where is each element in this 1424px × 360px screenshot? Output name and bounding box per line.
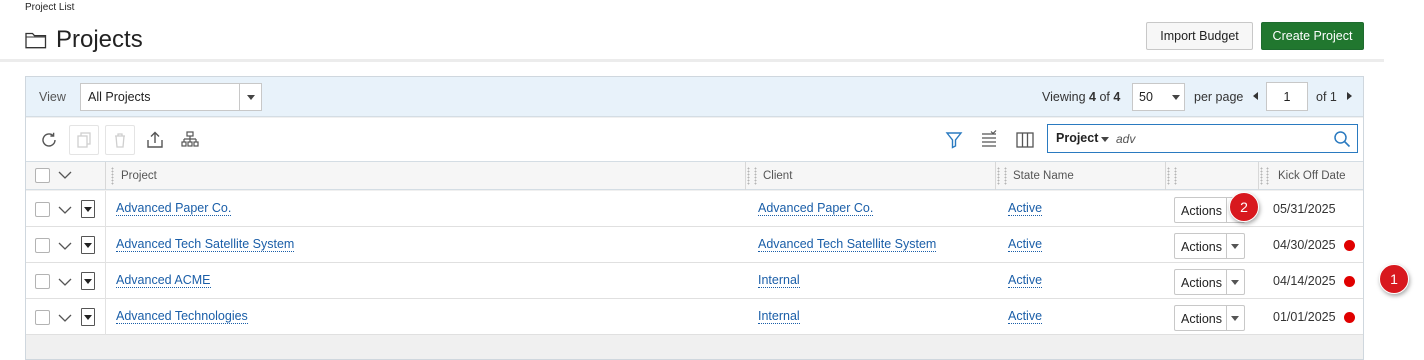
project-link[interactable]: Advanced Tech Satellite System <box>116 237 295 252</box>
grid-toolbar: Project adv <box>26 118 1363 162</box>
viewing-count: 4 <box>1089 90 1096 104</box>
kick-off-date: 04/30/2025 <box>1273 238 1336 252</box>
overdue-status-icon <box>1344 240 1355 251</box>
callout-badge-1: 1 <box>1379 264 1409 294</box>
view-select[interactable]: All Projects <box>80 83 262 111</box>
next-page-icon[interactable] <box>1347 92 1352 100</box>
kick-off-date: 05/31/2025 <box>1273 202 1336 216</box>
chevron-down-icon <box>1231 316 1239 321</box>
actions-label: Actions <box>1181 204 1222 218</box>
list-settings-icon[interactable] <box>974 125 1004 155</box>
column-header-kick-off-date[interactable]: Kick Off Date <box>1278 162 1346 190</box>
client-link[interactable]: Advanced Paper Co. <box>758 201 874 216</box>
folder-icon <box>25 32 47 49</box>
state-link[interactable]: Active <box>1008 237 1043 252</box>
filter-icon[interactable] <box>939 125 969 155</box>
project-rows: Advanced Paper Co. Advanced Paper Co. Ac… <box>26 191 1363 335</box>
row-menu-button[interactable] <box>81 200 95 218</box>
row-menu-button[interactable] <box>81 236 95 254</box>
row-checkbox[interactable] <box>35 274 50 289</box>
chevron-down-icon <box>1231 244 1239 249</box>
row-checkbox[interactable] <box>35 238 50 253</box>
refresh-icon[interactable] <box>34 125 64 155</box>
import-budget-button[interactable]: Import Budget <box>1146 22 1253 50</box>
chevron-down-icon[interactable] <box>58 206 72 215</box>
client-link[interactable]: Advanced Tech Satellite System <box>758 237 937 252</box>
table-row: Advanced Tech Satellite System Advanced … <box>26 227 1363 263</box>
export-icon[interactable] <box>140 125 170 155</box>
column-header-client[interactable]: Client <box>763 162 792 190</box>
actions-label: Actions <box>1181 240 1222 254</box>
row-checkbox[interactable] <box>35 310 50 325</box>
copy-icon[interactable] <box>69 125 99 155</box>
view-select-value: All Projects <box>88 90 151 104</box>
chevron-down-icon[interactable] <box>58 242 72 251</box>
project-link[interactable]: Advanced Technologies <box>116 309 248 324</box>
row-checkbox[interactable] <box>35 202 50 217</box>
chevron-down-icon <box>1172 95 1180 100</box>
delete-icon[interactable] <box>105 125 135 155</box>
row-menu-button[interactable] <box>81 308 95 326</box>
row-menu-button[interactable] <box>81 272 95 290</box>
chevron-down-icon[interactable] <box>58 314 72 323</box>
viewing-total: 4 <box>1113 90 1121 104</box>
column-header-project[interactable]: Project <box>121 162 157 190</box>
state-link[interactable]: Active <box>1008 201 1043 216</box>
viewing-of: of <box>1099 90 1110 104</box>
chevron-down-icon[interactable] <box>58 278 72 287</box>
actions-label: Actions <box>1181 312 1222 326</box>
state-link[interactable]: Active <box>1008 273 1043 288</box>
actions-label: Actions <box>1181 276 1222 290</box>
create-project-button[interactable]: Create Project <box>1261 22 1364 50</box>
search-input[interactable]: adv <box>1116 132 1135 146</box>
page-number-input[interactable]: 1 <box>1266 82 1308 111</box>
table-row: Advanced ACME Internal Active Actions 04… <box>26 263 1363 299</box>
search-icon[interactable] <box>1333 130 1351 148</box>
kick-off-date: 01/01/2025 <box>1273 310 1336 324</box>
chevron-down-icon[interactable] <box>58 171 72 180</box>
per-page-value: 50 <box>1139 90 1153 104</box>
state-link[interactable]: Active <box>1008 309 1043 324</box>
search-field-select[interactable]: Project <box>1056 131 1098 145</box>
breadcrumb[interactable]: Project List <box>25 2 74 13</box>
search-box[interactable]: Project adv <box>1047 124 1358 153</box>
page-title: Projects <box>56 26 143 53</box>
page-header: Projects <box>25 26 143 54</box>
view-label: View <box>39 90 66 104</box>
overdue-status-icon <box>1344 276 1355 287</box>
per-page-label: per page <box>1194 90 1244 104</box>
table-row: Advanced Paper Co. Advanced Paper Co. Ac… <box>26 191 1363 227</box>
column-header-state-name[interactable]: State Name <box>1013 162 1074 190</box>
viewing-summary: Viewing 4 of 4 <box>1042 90 1120 104</box>
chevron-down-icon[interactable] <box>239 84 261 110</box>
previous-page-icon[interactable] <box>1253 92 1258 100</box>
page-total: of 1 <box>1316 90 1337 104</box>
grid-header: Project Client State Name Kick Off Date <box>26 162 1363 190</box>
client-link[interactable]: Internal <box>758 273 800 288</box>
table-row: Advanced Technologies Internal Active Ac… <box>26 299 1363 335</box>
kick-off-date: 04/14/2025 <box>1273 274 1336 288</box>
per-page-select[interactable]: 50 <box>1132 83 1185 111</box>
project-link[interactable]: Advanced ACME <box>116 273 211 288</box>
project-link[interactable]: Advanced Paper Co. <box>116 201 232 216</box>
overdue-status-icon <box>1344 312 1355 323</box>
projects-panel: View All Projects Viewing 4 of 4 50 per … <box>25 76 1364 360</box>
view-bar: View All Projects Viewing 4 of 4 50 per … <box>26 77 1363 117</box>
hierarchy-icon[interactable] <box>175 125 205 155</box>
actions-button[interactable]: Actions <box>1174 233 1245 259</box>
callout-badge-2: 2 <box>1229 192 1259 222</box>
select-all-checkbox[interactable] <box>35 168 50 183</box>
chevron-down-icon <box>1231 280 1239 285</box>
actions-button[interactable]: Actions <box>1174 269 1245 295</box>
actions-button[interactable]: Actions <box>1174 305 1245 331</box>
columns-icon[interactable] <box>1010 125 1040 155</box>
client-link[interactable]: Internal <box>758 309 800 324</box>
chevron-down-icon[interactable] <box>1101 137 1109 142</box>
viewing-prefix: Viewing <box>1042 90 1086 104</box>
header-divider <box>0 59 1384 62</box>
